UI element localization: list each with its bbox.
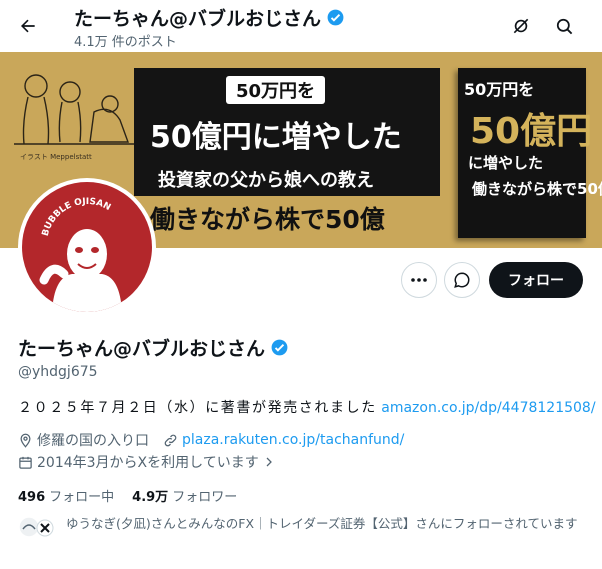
- more-button[interactable]: [401, 262, 437, 298]
- book-title-1: 50万円を: [464, 80, 535, 99]
- followed-by-text: ゆうなぎ(夕凪)さんとみんなのFX｜トレイダーズ証券【公式】さんにフォローされて…: [66, 516, 578, 531]
- post-count: 4.1万 件のポスト: [74, 35, 177, 50]
- profile-name: たーちゃん@バブルおじさん: [18, 338, 266, 360]
- followed-by-row[interactable]: ゆうなぎ(夕凪)さんとみんなのFX｜トレイダーズ証券【公式】さんにフォローされて…: [18, 515, 588, 541]
- search-icon: [556, 18, 572, 34]
- profile-joined: 2014年3月からXを利用しています: [37, 455, 259, 471]
- more-dots-icon: [411, 278, 427, 282]
- avatar[interactable]: BUBBLE OJISAN: [18, 178, 156, 316]
- back-button[interactable]: [12, 10, 44, 42]
- banner-line-1: 50万円を: [226, 76, 326, 104]
- follow-counts: 496 フォロー中 4.9万 フォロワー: [18, 486, 237, 505]
- followed-by-avatars: [18, 515, 62, 541]
- search-button[interactable]: [548, 10, 580, 42]
- chevron-right-icon: [263, 456, 275, 468]
- header-title: たーちゃん@バブルおじさん: [74, 4, 345, 31]
- profile-location: 修羅の国の入り口: [37, 433, 149, 449]
- arrow-left-icon: [21, 19, 35, 33]
- following-count: 496: [18, 490, 46, 505]
- banner-line-3: 投資家の父から娘への教え: [158, 170, 374, 191]
- banner-title-box: 50万円を 50億円に増やした 投資家の父から娘への教え: [134, 68, 440, 196]
- verified-badge-icon: [327, 9, 344, 26]
- banner-line-2: 50億円に増やした: [150, 120, 402, 155]
- banner-line-4: 働きながら株で50億: [150, 205, 385, 234]
- followers-label: フォロワー: [172, 490, 238, 505]
- avatar-logo: BUBBLE OJISAN: [39, 197, 122, 312]
- book-title-3: に増やした: [468, 154, 544, 172]
- location-pin-icon: [18, 433, 33, 448]
- book-title-4: 働きながら株で50億: [472, 180, 602, 198]
- bio-link[interactable]: amazon.co.jp/dp/4478121508/: [381, 400, 595, 416]
- profile-handle: @yhdgj675: [18, 364, 98, 380]
- notifications-off-button[interactable]: [505, 10, 537, 42]
- followers-count-link[interactable]: 4.9万 フォロワー: [132, 486, 237, 505]
- followers-count: 4.9万: [132, 490, 169, 505]
- follow-button[interactable]: フォロー: [489, 262, 583, 298]
- profile-website[interactable]: plaza.rakuten.co.jp/tachanfund/: [182, 432, 404, 448]
- message-button[interactable]: [444, 262, 480, 298]
- profile-meta-row: 修羅の国の入り口 plaza.rakuten.co.jp/tachanfund/: [18, 430, 404, 450]
- banner-credit: イラスト Meppelstatt: [20, 153, 92, 161]
- calendar-icon: [18, 455, 33, 470]
- banner-illustration: [14, 74, 136, 145]
- top-header: たーちゃん@バブルおじさん 4.1万 件のポスト: [0, 0, 602, 52]
- bell-off-icon: [513, 18, 529, 34]
- following-count-link[interactable]: 496 フォロー中: [18, 486, 114, 505]
- link-icon: [163, 433, 178, 448]
- mutual-avatar-1: [18, 516, 40, 538]
- book-cover: 50万円を 50億円 に増やした 働きながら株で50億: [458, 68, 602, 238]
- profile-name-row: たーちゃん@バブルおじさん: [18, 334, 289, 361]
- verified-badge-icon[interactable]: [270, 338, 289, 357]
- following-label: フォロー中: [49, 490, 115, 505]
- avatar-image: BUBBLE OJISAN: [22, 182, 152, 312]
- profile-bio: ２０２５年７月２日（水）に著書が発売されました amazon.co.jp/dp/…: [18, 397, 596, 417]
- avatar-logo-text: BUBBLE OJISAN: [41, 197, 112, 237]
- book-title-2: 50億円: [470, 111, 593, 152]
- profile-joined-row[interactable]: 2014年3月からXを利用しています: [18, 452, 279, 472]
- svg-text:BUBBLE OJISAN: BUBBLE OJISAN: [41, 197, 112, 237]
- header-name: たーちゃん@バブルおじさん: [74, 8, 322, 30]
- bio-text: ２０２５年７月２日（水）に著書が発売されました: [18, 400, 377, 416]
- message-icon: [454, 272, 470, 288]
